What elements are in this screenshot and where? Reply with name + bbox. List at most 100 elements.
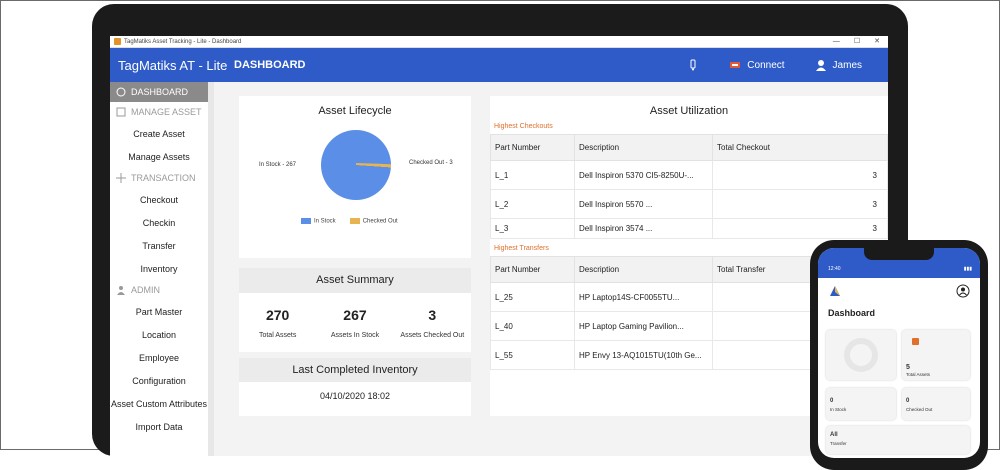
brand-name: TagMatiks AT - Lite <box>118 57 228 73</box>
main-content: Asset Lifecycle In Stock - 267 Checked O… <box>222 82 888 456</box>
column-header[interactable]: Description <box>574 134 713 161</box>
window-controls: — ☐ ✕ <box>833 36 888 48</box>
stat-total-assets: 270 Total Assets <box>240 307 316 339</box>
table-row[interactable]: L_3 Dell Inspiron 3574 ... 3 <box>490 218 888 239</box>
profile-icon[interactable] <box>956 284 970 298</box>
table-cell: L_40 <box>490 311 575 341</box>
pie-legend: In Stock Checked Out <box>301 218 398 225</box>
phone-count2: 0 <box>830 398 834 404</box>
phone-notch <box>864 248 934 260</box>
column-header[interactable]: Part Number <box>490 256 575 283</box>
user-menu[interactable]: James <box>815 59 862 71</box>
sidebar-item-create-asset[interactable]: Create Asset <box>110 122 208 145</box>
rfid-reader-button[interactable] <box>687 59 699 71</box>
app-window: TagMatiks Asset Tracking - Lite - Dashbo… <box>110 36 888 456</box>
sidebar-item-dashboard[interactable]: DASHBOARD <box>110 82 208 102</box>
table-cell: L_2 <box>490 189 575 219</box>
stat-checkedout-label: Assets Checked Out <box>400 332 465 339</box>
app-logo-icon <box>114 38 121 45</box>
phone-donut-chart <box>844 338 878 372</box>
phone-signal-icon: ▮▮▮ <box>963 266 972 272</box>
table-cell: Dell Inspiron 5370 CI5-8250U-... <box>574 160 713 190</box>
table-row[interactable]: L_2 Dell Inspiron 5570 ... 3 <box>490 189 888 219</box>
sidebar-section-transaction: TRANSACTION <box>110 168 208 188</box>
sidebar-item-employee[interactable]: Employee <box>110 346 208 369</box>
stat-in-stock: 267 Assets In Stock <box>317 307 393 339</box>
window-titlebar: TagMatiks Asset Tracking - Lite - Dashbo… <box>110 36 888 48</box>
table-cell: L_55 <box>490 340 575 370</box>
phone-count1-label: Total Assets <box>906 372 931 377</box>
table-cell: L_3 <box>490 218 575 239</box>
table-cell: L_25 <box>490 282 575 312</box>
phone-header <box>818 278 980 304</box>
close-button[interactable]: ✕ <box>874 36 880 48</box>
app-logo-icon <box>830 286 840 296</box>
sidebar-item-transfer[interactable]: Transfer <box>110 234 208 257</box>
sidebar-item-checkin[interactable]: Checkin <box>110 211 208 234</box>
legend-item-in-stock: In Stock <box>301 218 336 225</box>
legend-swatch-checked-out <box>349 218 360 224</box>
sidebar-section-manage-asset: MANAGE ASSET <box>110 102 208 122</box>
sidebar-item-manage-assets[interactable]: Manage Assets <box>110 145 208 168</box>
sidebar-item-configuration[interactable]: Configuration <box>110 369 208 392</box>
connect-button[interactable]: Connect <box>729 59 785 71</box>
column-header[interactable]: Description <box>574 256 713 283</box>
last-inventory-title: Last Completed Inventory <box>239 358 471 382</box>
stat-checked-out: 3 Assets Checked Out <box>394 307 470 339</box>
pie-slice-in-stock[interactable] <box>321 130 392 200</box>
sidebar-item-location[interactable]: Location <box>110 323 208 346</box>
stat-checkedout-value: 3 <box>428 307 437 323</box>
phone-count4: All <box>830 432 838 438</box>
connect-label: Connect <box>747 59 785 71</box>
maximize-button[interactable]: ☐ <box>854 36 860 48</box>
highest-checkouts-label: Highest Checkouts <box>494 123 553 130</box>
checkouts-header-row: Part Number Description Total Checkout <box>490 134 888 161</box>
phone-stat-instock[interactable]: 0 In Stock <box>826 388 896 420</box>
pie-slice-checked-out[interactable] <box>355 163 392 167</box>
table-cell: 3 <box>712 218 888 239</box>
sidebar-item-inventory[interactable]: Inventory <box>110 257 208 280</box>
column-header[interactable]: Part Number <box>490 134 575 161</box>
table-cell: Dell Inspiron 5570 ... <box>574 189 713 219</box>
window-title: TagMatiks Asset Tracking - Lite - Dashbo… <box>124 38 242 45</box>
table-cell: HP Laptop Gaming Pavilion... <box>574 311 713 341</box>
last-inventory-card: Last Completed Inventory 04/10/2020 18:0… <box>239 358 471 416</box>
sidebar-section-admin: ADMIN <box>110 280 208 300</box>
sidebar-item-import-data[interactable]: Import Data <box>110 415 208 438</box>
asset-summary-title: Asset Summary <box>239 268 471 293</box>
phone-stat-checkedout[interactable]: 0 Checked Out <box>902 388 970 420</box>
phone-count4-label: Transfer <box>830 441 847 446</box>
last-inventory-date: 04/10/2020 18:02 <box>319 391 391 401</box>
sidebar-item-part-master[interactable]: Part Master <box>110 300 208 323</box>
phone-count2-label: In Stock <box>830 407 847 412</box>
phone-stat-total[interactable]: 5 Total Assets <box>902 330 970 380</box>
asset-utilization-title: Asset Utilization <box>649 105 729 117</box>
user-icon <box>815 60 826 71</box>
sidebar-item-checkout[interactable]: Checkout <box>110 188 208 211</box>
table-cell: HP Laptop14S-CF0055TU... <box>574 282 713 312</box>
pie-label-in-stock: In Stock - 267 <box>259 162 297 168</box>
sidebar-item-custom-attributes[interactable]: Asset Custom Attributes <box>110 392 208 415</box>
phone-time: 12:40 <box>828 266 841 272</box>
asset-lifecycle-card: Asset Lifecycle In Stock - 267 Checked O… <box>239 96 471 258</box>
stat-total-label: Total Assets <box>258 332 297 339</box>
pie-label-checked-out: Checked Out - 3 <box>409 160 453 166</box>
column-header[interactable]: Total Checkout <box>712 134 888 161</box>
admin-icon <box>117 286 125 295</box>
top-bar: TagMatiks AT - Lite DASHBOARD Connect Ja… <box>110 48 888 82</box>
phone-screen: 12:40 ▮▮▮ Dashboard 5 Total Assets 0 In … <box>818 248 980 458</box>
asset-icon <box>116 107 126 117</box>
box-icon <box>912 338 919 345</box>
stat-instock-label: Assets In Stock <box>330 332 380 339</box>
table-cell: 3 <box>712 189 888 219</box>
page-title: DASHBOARD <box>234 59 306 71</box>
table-cell: Dell Inspiron 3574 ... <box>574 218 713 239</box>
connect-icon <box>730 62 741 68</box>
phone-chart-card <box>826 330 896 380</box>
user-name: James <box>832 59 862 71</box>
stat-total-value: 270 <box>265 307 290 323</box>
checkouts-table: Part Number Description Total Checkout L… <box>490 134 888 239</box>
table-row[interactable]: L_1 Dell Inspiron 5370 CI5-8250U-... 3 <box>490 160 888 190</box>
minimize-button[interactable]: — <box>833 36 840 48</box>
sidebar: DASHBOARD MANAGE ASSET Create Asset Mana… <box>110 82 214 456</box>
